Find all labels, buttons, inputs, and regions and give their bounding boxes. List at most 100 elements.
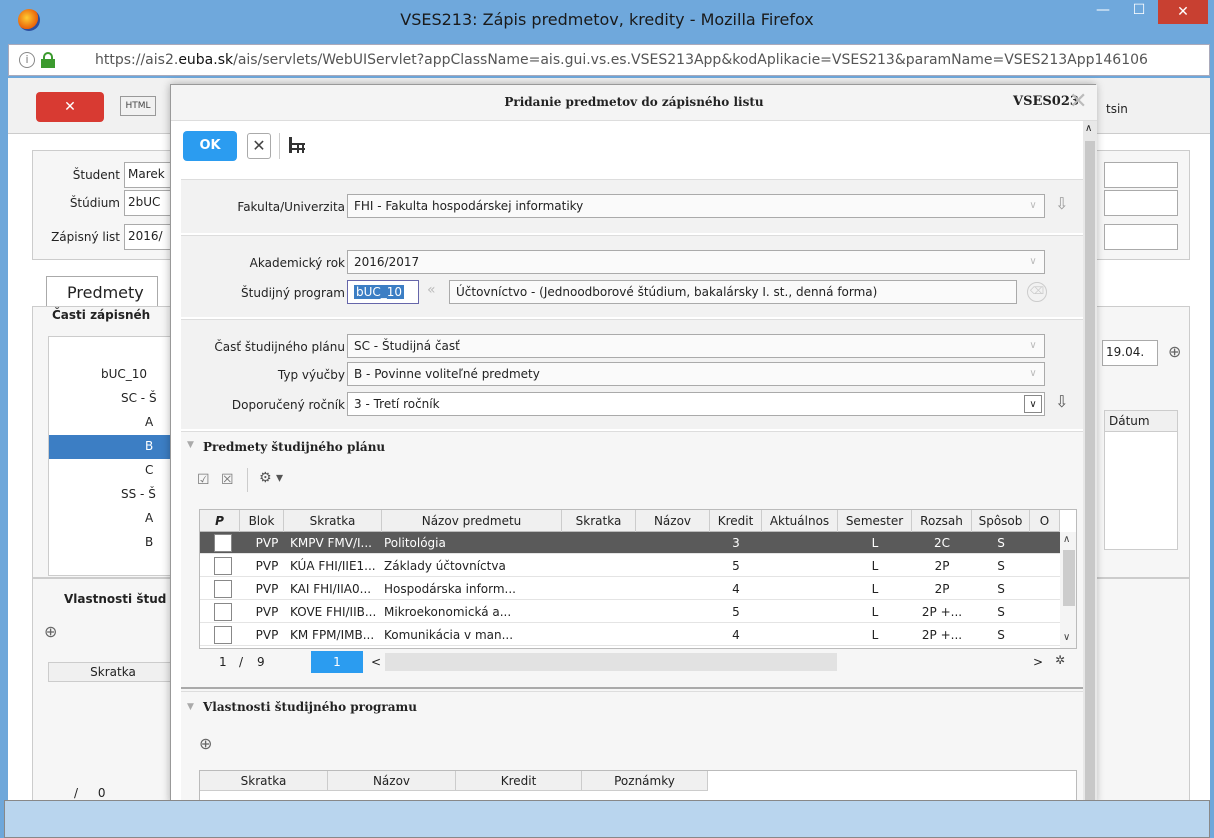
right-field-2[interactable] (1104, 190, 1178, 216)
ok-button[interactable]: OK (183, 131, 237, 161)
table-pager: 1 / 9 1 < > ✲ (199, 651, 1077, 673)
col-aktualnost[interactable]: Aktuálnos (762, 510, 838, 532)
url-text[interactable]: https://ais2.euba.sk/ais/servlets/WebUIS… (95, 52, 1148, 68)
zapisny-field[interactable]: 2016/ (124, 224, 174, 250)
address-bar[interactable]: i https://ais2.euba.sk/ais/servlets/WebU… (8, 44, 1210, 76)
col-nazov[interactable]: Názov (636, 510, 710, 532)
arrow-down-icon[interactable]: ⇩ (1055, 194, 1068, 213)
col-kredit[interactable]: Kredit (710, 510, 762, 532)
right-field-1[interactable] (1104, 162, 1178, 188)
chevron-down-icon[interactable]: ∨ (1024, 395, 1042, 413)
table-scrollbar[interactable]: ∧ ∨ (1060, 532, 1076, 648)
search-plus-icon[interactable]: ⊕ (1168, 342, 1181, 361)
pager-next[interactable]: > (1033, 655, 1043, 669)
col-skratka[interactable]: Skratka (284, 510, 382, 532)
tree-node-sc[interactable]: SC - Š (121, 391, 157, 405)
tree-node-a[interactable]: A (145, 415, 153, 429)
table-row[interactable]: PVP KM FPM/IMB... Komunikácia v man... 4 L 2P… (200, 624, 1060, 646)
collapse-icon[interactable]: ▼ (187, 702, 194, 712)
tree-node-b2[interactable]: B (145, 535, 153, 549)
pager-prev[interactable]: < (371, 655, 381, 669)
horizontal-scrollbar[interactable] (385, 653, 837, 671)
col-semester[interactable]: Semester (838, 510, 912, 532)
arrow-down-icon[interactable]: ⇩ (1055, 392, 1068, 411)
search-plus-icon[interactable]: ⊕ (199, 734, 212, 753)
tree-selected-row[interactable] (49, 435, 179, 459)
subjects-table: P Blok Skratka Názov predmetu Skratka Ná… (199, 509, 1077, 649)
tree-node-b[interactable]: B (145, 439, 153, 453)
scroll-thumb[interactable] (1063, 550, 1075, 606)
table-row[interactable]: PVP KOVE FHI/IIB... Mikroekonomická a... 5 L… (200, 601, 1060, 623)
cell-semester: L (871, 582, 879, 596)
table-row[interactable]: PVP KAI FHI/IIA0... Hospodárska inform... 4… (200, 578, 1060, 600)
cast-select[interactable]: SC - Študijná časť ∨ (347, 334, 1045, 358)
info-icon[interactable]: i (19, 52, 35, 68)
col-nazov[interactable]: Názov (328, 771, 456, 791)
tree-node-buc[interactable]: bUC_10 (101, 367, 147, 381)
dialog-scrollbar[interactable]: ∧ (1083, 121, 1097, 805)
table-row[interactable]: PVP KÚA FHI/IIE1... Základy účtovníctva 5 L 2… (200, 555, 1060, 577)
right-field-3[interactable] (1104, 224, 1178, 250)
scroll-up-icon[interactable]: ∧ (1085, 123, 1092, 134)
html-button[interactable]: HTML (120, 96, 156, 116)
vlastnosti-programu-title: Vlastnosti študijného programu (203, 700, 417, 714)
scroll-thumb[interactable] (1085, 141, 1095, 801)
row-checkbox[interactable] (214, 603, 232, 621)
lock-icon[interactable] (41, 52, 55, 68)
cell-rozsah: 2P (934, 582, 950, 596)
chevron-down-icon[interactable]: ∨ (1024, 365, 1042, 383)
col-blok[interactable]: Blok (240, 510, 284, 532)
row-checkbox[interactable] (214, 557, 232, 575)
cancel-button[interactable]: ✕ (247, 133, 271, 159)
cell-kredit: 5 (732, 559, 740, 573)
fakulta-select[interactable]: FHI - Fakulta hospodárskej informatiky ∨ (347, 194, 1045, 218)
row-checkbox[interactable] (214, 534, 232, 552)
double-left-icon[interactable]: « (427, 282, 436, 298)
pager-total: 9 (257, 655, 265, 669)
chevron-down-icon[interactable]: ∨ (1024, 197, 1042, 215)
row-checkbox[interactable] (214, 626, 232, 644)
col-nazov-predmetu[interactable]: Názov predmetu (382, 510, 562, 532)
page-button[interactable]: 1 (311, 651, 363, 673)
program-name-field[interactable]: Účtovníctvo - (Jednoodborové štúdium, ba… (449, 280, 1017, 304)
col-rozsah[interactable]: Rozsah (912, 510, 972, 532)
minimize-button[interactable]: — (1086, 2, 1120, 26)
program-code-field[interactable]: bUC_10 (347, 280, 419, 304)
table-row[interactable]: PVP KMPV FMV/I... Politológia 3 L 2C S (200, 532, 1060, 554)
col-skratka2[interactable]: Skratka (562, 510, 636, 532)
clear-icon[interactable]: ⌫ (1027, 282, 1047, 302)
search-plus-icon[interactable]: ⊕ (44, 622, 57, 641)
col-p[interactable]: P (200, 510, 240, 532)
col-skratka[interactable]: Skratka (200, 771, 328, 791)
close-icon[interactable]: ✕ (1069, 89, 1087, 114)
chevron-down-icon[interactable]: ∨ (1024, 337, 1042, 355)
uncheck-all-icon[interactable]: ☒ (221, 472, 234, 488)
col-o[interactable]: O (1030, 510, 1060, 532)
typ-select[interactable]: B - Povinne voliteľné predmety ∨ (347, 362, 1045, 386)
date-field[interactable]: 19.04. (1102, 340, 1158, 366)
check-all-icon[interactable]: ☑ (197, 472, 210, 488)
table-icon[interactable] (289, 137, 305, 153)
close-app-button[interactable]: ✕ (36, 92, 104, 122)
scroll-up-icon[interactable]: ∧ (1063, 534, 1070, 545)
rocnik-select[interactable]: 3 - Tretí ročník ∨ (347, 392, 1045, 416)
close-window-button[interactable]: ✕ (1158, 0, 1208, 24)
filter-icon[interactable]: ⚙ ▾ (259, 470, 283, 486)
gear-icon[interactable]: ✲ (1055, 653, 1065, 667)
col-poznamky[interactable]: Poznámky (582, 771, 708, 791)
tree-node-a2[interactable]: A (145, 511, 153, 525)
student-field[interactable]: Marek (124, 162, 174, 188)
col-sposob[interactable]: Spôsob (972, 510, 1030, 532)
col-kredit[interactable]: Kredit (456, 771, 582, 791)
pager-current[interactable]: 1 (219, 655, 227, 669)
maximize-button[interactable]: ☐ (1122, 2, 1156, 26)
tree-node-ss[interactable]: SS - Š (121, 487, 156, 501)
studium-field[interactable]: 2bUC (124, 190, 174, 216)
chevron-down-icon[interactable]: ∨ (1024, 253, 1042, 271)
splitter[interactable] (181, 687, 1083, 689)
row-checkbox[interactable] (214, 580, 232, 598)
rok-select[interactable]: 2016/2017 ∨ (347, 250, 1045, 274)
tree-node-c[interactable]: C (145, 463, 153, 477)
scroll-down-icon[interactable]: ∨ (1063, 632, 1070, 643)
collapse-icon[interactable]: ▼ (187, 440, 194, 450)
